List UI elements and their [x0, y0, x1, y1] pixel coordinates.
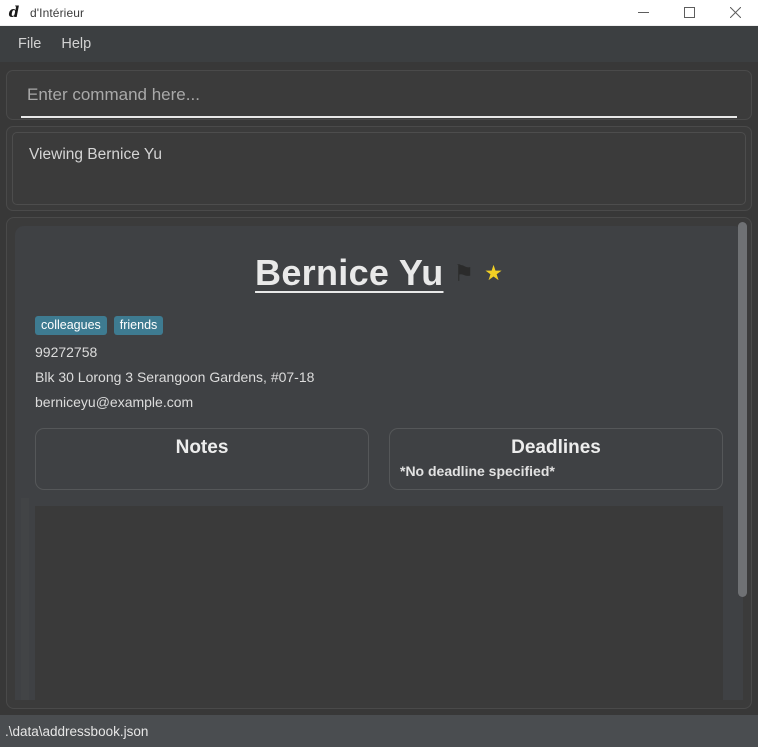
minimize-button[interactable]	[620, 0, 666, 26]
result-display-text: Viewing Bernice Yu	[12, 132, 746, 205]
close-button[interactable]	[712, 0, 758, 26]
menubar: File Help	[0, 26, 758, 62]
command-box-region	[6, 70, 752, 120]
person-title-row: Bernice Yu ⚑ ★	[35, 252, 723, 294]
command-input[interactable]	[21, 80, 737, 118]
deadlines-panel-body: *No deadline specified*	[400, 463, 555, 479]
flag-icon[interactable]: ⚑	[453, 261, 474, 285]
minimize-icon	[637, 12, 649, 13]
inner-scroll-track[interactable]	[21, 498, 29, 700]
window-titlebar: d d'Intérieur	[0, 0, 758, 26]
close-icon	[729, 7, 741, 18]
maximize-button[interactable]	[666, 0, 712, 26]
person-email: berniceyu@example.com	[35, 394, 194, 410]
tag-colleagues: colleagues	[35, 316, 107, 335]
app-logo-icon: d	[8, 3, 20, 21]
status-bar-path: .\data\addressbook.json	[5, 723, 149, 739]
person-card-scrollbar-thumb[interactable]	[738, 222, 747, 597]
tag-friends: friends	[113, 316, 164, 335]
menu-item-help[interactable]: Help	[51, 32, 101, 56]
deadlines-panel-title: Deadlines	[511, 437, 601, 458]
person-phone: 99272758	[35, 344, 98, 360]
person-card-region: Bernice Yu ⚑ ★ colleagues friends 992727…	[6, 217, 752, 709]
notes-panel: Notes	[35, 428, 369, 490]
deadlines-panel: Deadlines *No deadline specified*	[389, 428, 723, 490]
detail-panels-row: Notes Deadlines *No deadline specified*	[35, 428, 723, 490]
app-body: Viewing Bernice Yu Bernice Yu ⚑ ★ collea…	[0, 62, 758, 715]
person-address: Blk 30 Lorong 3 Serangoon Gardens, #07-1…	[35, 369, 315, 385]
person-extra-list	[35, 506, 723, 700]
window-title: d'Intérieur	[30, 5, 85, 20]
person-name: Bernice Yu	[255, 252, 444, 293]
result-display-region: Viewing Bernice Yu	[6, 126, 752, 211]
person-card-scrollbar[interactable]	[738, 220, 747, 706]
maximize-icon	[683, 7, 695, 18]
star-icon[interactable]: ★	[484, 263, 503, 284]
menu-item-file[interactable]: File	[8, 32, 51, 56]
person-card: Bernice Yu ⚑ ★ colleagues friends 992727…	[15, 226, 743, 700]
notes-panel-title: Notes	[175, 437, 229, 458]
tag-list: colleagues friends	[35, 316, 723, 335]
status-bar: .\data\addressbook.json	[0, 715, 758, 747]
